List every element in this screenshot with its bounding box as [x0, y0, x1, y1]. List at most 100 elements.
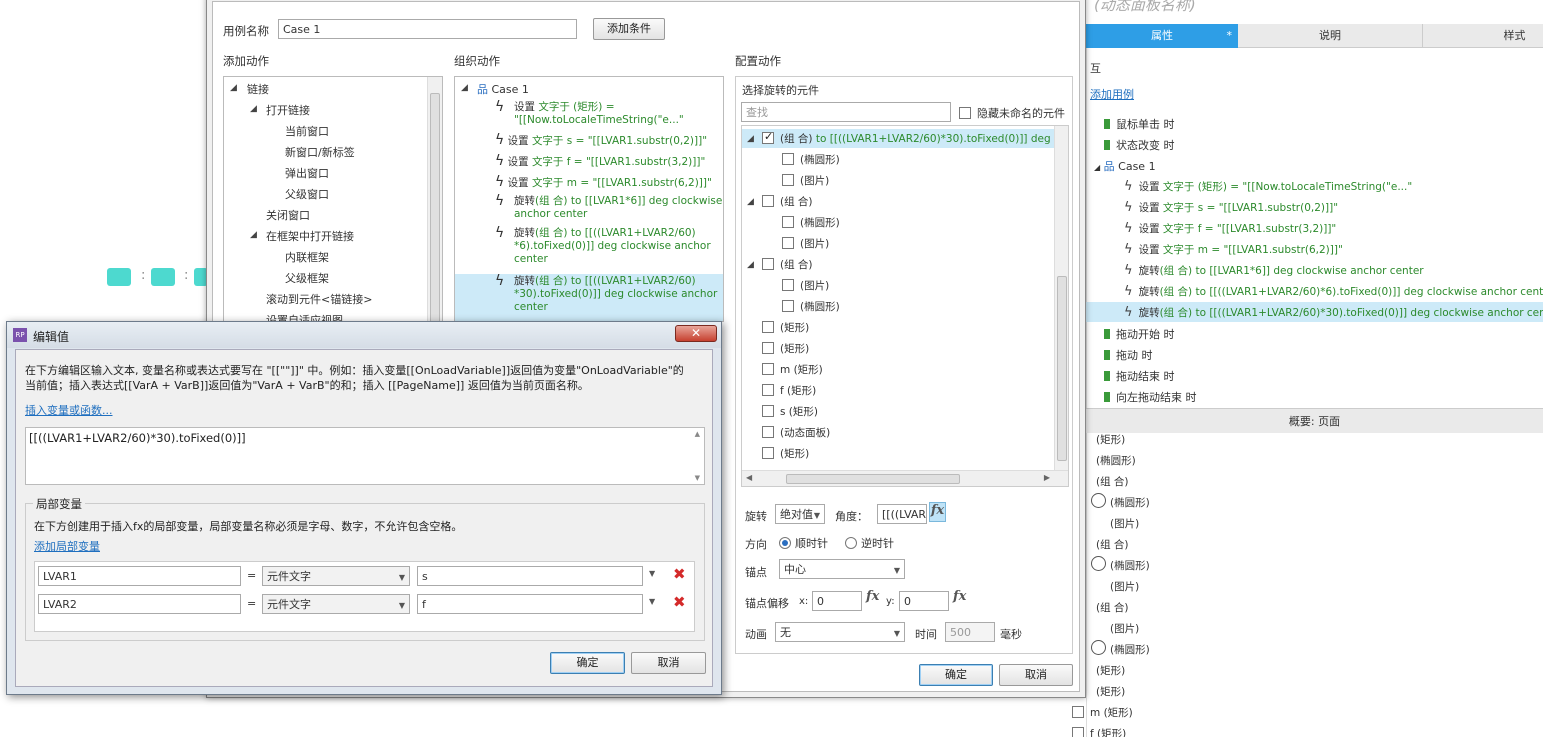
- edit-cancel-button[interactable]: 取消: [631, 652, 706, 674]
- delete-var-icon[interactable]: ✖: [673, 593, 686, 611]
- tree-item[interactable]: 滚动到元件<锚链接>: [266, 291, 372, 307]
- tab-properties[interactable]: 属性 *: [1086, 24, 1238, 48]
- close-button[interactable]: ✕: [675, 325, 717, 342]
- widget-item[interactable]: (矩形): [762, 320, 809, 335]
- var-name-input[interactable]: LVAR1: [38, 566, 241, 586]
- action-item-selected[interactable]: ϟ旋转(组 合) to [[((LVAR1+LVAR2/60)*30).toFi…: [495, 274, 717, 314]
- tab-notes[interactable]: 说明: [1238, 24, 1423, 48]
- event-state-change[interactable]: 状态改变 时: [1104, 137, 1175, 153]
- var-target-dropdown-icon[interactable]: ▼: [649, 569, 655, 578]
- tree-item[interactable]: 打开链接: [266, 102, 310, 118]
- time-input[interactable]: 500: [945, 622, 995, 642]
- event-click[interactable]: 鼠标单击 时: [1104, 116, 1175, 132]
- offset-y-fx-button[interactable]: fx: [953, 589, 966, 604]
- tree-item[interactable]: 在框架中打开链接: [266, 228, 354, 244]
- scrollbar[interactable]: [427, 77, 442, 321]
- outline-item[interactable]: (椭圆形): [1110, 495, 1150, 510]
- case-node[interactable]: 品 Case 1: [477, 81, 529, 97]
- add-condition-button[interactable]: 添加条件: [593, 18, 665, 40]
- edit-ok-button[interactable]: 确定: [550, 652, 625, 674]
- add-case-link[interactable]: 添加用例: [1090, 86, 1134, 102]
- hide-unnamed-toggle[interactable]: 隐藏未命名的元件: [959, 105, 1065, 121]
- counterclockwise-radio[interactable]: 逆时针: [845, 535, 894, 551]
- event-drag-start[interactable]: 拖动开始 时: [1104, 326, 1175, 342]
- angle-input[interactable]: [[((LVAR1: [877, 504, 927, 524]
- event-drag-end[interactable]: 拖动结束 时: [1104, 368, 1175, 384]
- offset-x-fx-button[interactable]: fx: [866, 589, 879, 604]
- tree-item[interactable]: 父级框架: [285, 270, 329, 286]
- outline-item[interactable]: f (矩形): [1072, 726, 1126, 737]
- rotate-mode-select[interactable]: 绝对值 ▼: [775, 504, 825, 524]
- offset-y-input[interactable]: 0: [899, 591, 949, 611]
- outline-item[interactable]: m (矩形): [1072, 705, 1133, 720]
- tab-style[interactable]: 样式: [1486, 24, 1543, 48]
- action-item-selected[interactable]: ϟ旋转(组 合) to [[((LVAR1+LVAR2/60)*30).toFi…: [1124, 305, 1543, 320]
- widget-item[interactable]: (图片): [782, 278, 829, 293]
- outline-item[interactable]: (图片): [1110, 579, 1139, 594]
- clockwise-radio[interactable]: 顺时针: [779, 535, 828, 551]
- outline-item[interactable]: (组 合): [1096, 537, 1129, 552]
- expression-editor[interactable]: [[((LVAR1+LVAR2/60)*30).toFixed(0)]] ▲ ▼: [25, 427, 705, 485]
- outline-item[interactable]: (组 合): [1096, 600, 1129, 615]
- tree-item[interactable]: 新窗口/新标签: [285, 144, 355, 160]
- widget-item[interactable]: (图片): [782, 173, 829, 188]
- var-type-select[interactable]: 元件文字 ▼: [262, 594, 410, 614]
- tree-item[interactable]: 内联框架: [285, 249, 329, 265]
- checkbox[interactable]: [1072, 706, 1084, 718]
- outline-item[interactable]: (椭圆形): [1110, 558, 1150, 573]
- add-local-var-link[interactable]: 添加局部变量: [34, 538, 100, 554]
- action-item[interactable]: ϟ旋转(组 合) to [[((LVAR1+LVAR2/60)*6).toFix…: [1124, 284, 1543, 299]
- event-swipe-left[interactable]: 向左拖动结束 时: [1104, 389, 1197, 405]
- outline-item[interactable]: (图片): [1110, 516, 1139, 531]
- widget-item-selected[interactable]: ✓ (组 合) to [[((LVAR1+LVAR2/60)*30).toFixe…: [762, 130, 1068, 146]
- action-item[interactable]: ϟ 设置 文字于 s = "[[LVAR1.substr(0,2)]]": [495, 132, 707, 148]
- cancel-button[interactable]: 取消: [999, 664, 1073, 686]
- widget-item[interactable]: s (矩形): [762, 404, 818, 419]
- widget-tree-vscroll[interactable]: [1054, 126, 1068, 470]
- case-name-input[interactable]: Case 1: [278, 19, 577, 39]
- outline-item[interactable]: (矩形): [1096, 663, 1125, 678]
- widget-item[interactable]: (矩形): [762, 446, 809, 461]
- widget-item[interactable]: (组 合): [762, 257, 813, 272]
- dialog-titlebar[interactable]: RP 编辑值 ✕: [7, 322, 721, 348]
- widget-item[interactable]: (图片): [782, 236, 829, 251]
- outline-item[interactable]: (矩形): [1096, 684, 1125, 699]
- outline-item[interactable]: (组 合): [1096, 474, 1129, 489]
- var-type-select[interactable]: 元件文字 ▼: [262, 566, 410, 586]
- action-item[interactable]: ϟ 旋转(组 合) to [[LVAR1*6]] deg clockwise anc…: [495, 194, 722, 221]
- action-item[interactable]: ϟ 旋转(组 合) to [[LVAR1*6]] deg clockwise an…: [1124, 263, 1424, 278]
- tree-item[interactable]: 关闭窗口: [266, 207, 310, 223]
- outline-item[interactable]: (矩形): [1096, 432, 1125, 447]
- animation-select[interactable]: 无 ▼: [775, 622, 905, 642]
- action-item[interactable]: ϟ 设置 文字于 s = "[[LVAR1.substr(0,2)]]": [1124, 200, 1338, 215]
- widget-item[interactable]: (组 合): [762, 194, 813, 209]
- widget-tree-hscroll[interactable]: ◀ ▶: [742, 470, 1068, 486]
- tree-item[interactable]: 弹出窗口: [285, 165, 329, 181]
- widget-item[interactable]: f (矩形): [762, 383, 816, 398]
- tree-item[interactable]: 父级窗口: [285, 186, 329, 202]
- case-node[interactable]: ◢ 品 Case 1: [1094, 158, 1156, 174]
- outline-item[interactable]: (图片): [1110, 621, 1139, 636]
- widget-item[interactable]: (矩形): [762, 341, 809, 356]
- action-item[interactable]: ϟ旋转(组 合) to [[((LVAR1+LVAR2/60)*6).toFix…: [495, 226, 711, 266]
- widget-item[interactable]: (椭圆形): [782, 299, 840, 314]
- var-target-input[interactable]: f: [417, 594, 643, 614]
- event-drag[interactable]: 拖动 时: [1104, 347, 1153, 363]
- action-item[interactable]: ϟ 设置 文字于 m = "[[LVAR1.substr(6,2)]]": [495, 174, 712, 190]
- var-name-input[interactable]: LVAR2: [38, 594, 241, 614]
- anchor-select[interactable]: 中心 ▼: [779, 559, 905, 579]
- action-item[interactable]: ϟ 设置 文字于 f = "[[LVAR1.substr(3,2)]]": [495, 153, 705, 169]
- widget-search-input[interactable]: 查找: [741, 102, 951, 122]
- widget-item[interactable]: (椭圆形): [782, 215, 840, 230]
- outline-item[interactable]: (椭圆形): [1110, 642, 1150, 657]
- action-item[interactable]: ϟ 设置 文字于 (矩形) = "[[Now.toLocaleTimeString…: [1124, 179, 1412, 194]
- var-target-dropdown-icon[interactable]: ▼: [649, 597, 655, 606]
- widget-item[interactable]: m (矩形): [762, 362, 823, 377]
- widget-item[interactable]: (椭圆形): [782, 152, 840, 167]
- action-item[interactable]: ϟ 设置 文字于 (矩形) = "[[Now.toLocaleTimeString(…: [495, 100, 684, 127]
- var-target-input[interactable]: s: [417, 566, 643, 586]
- ok-button[interactable]: 确定: [919, 664, 993, 686]
- tree-item[interactable]: 当前窗口: [285, 123, 329, 139]
- tree-item[interactable]: 链接: [247, 81, 269, 97]
- action-item[interactable]: ϟ 设置 文字于 m = "[[LVAR1.substr(6,2)]]": [1124, 242, 1343, 257]
